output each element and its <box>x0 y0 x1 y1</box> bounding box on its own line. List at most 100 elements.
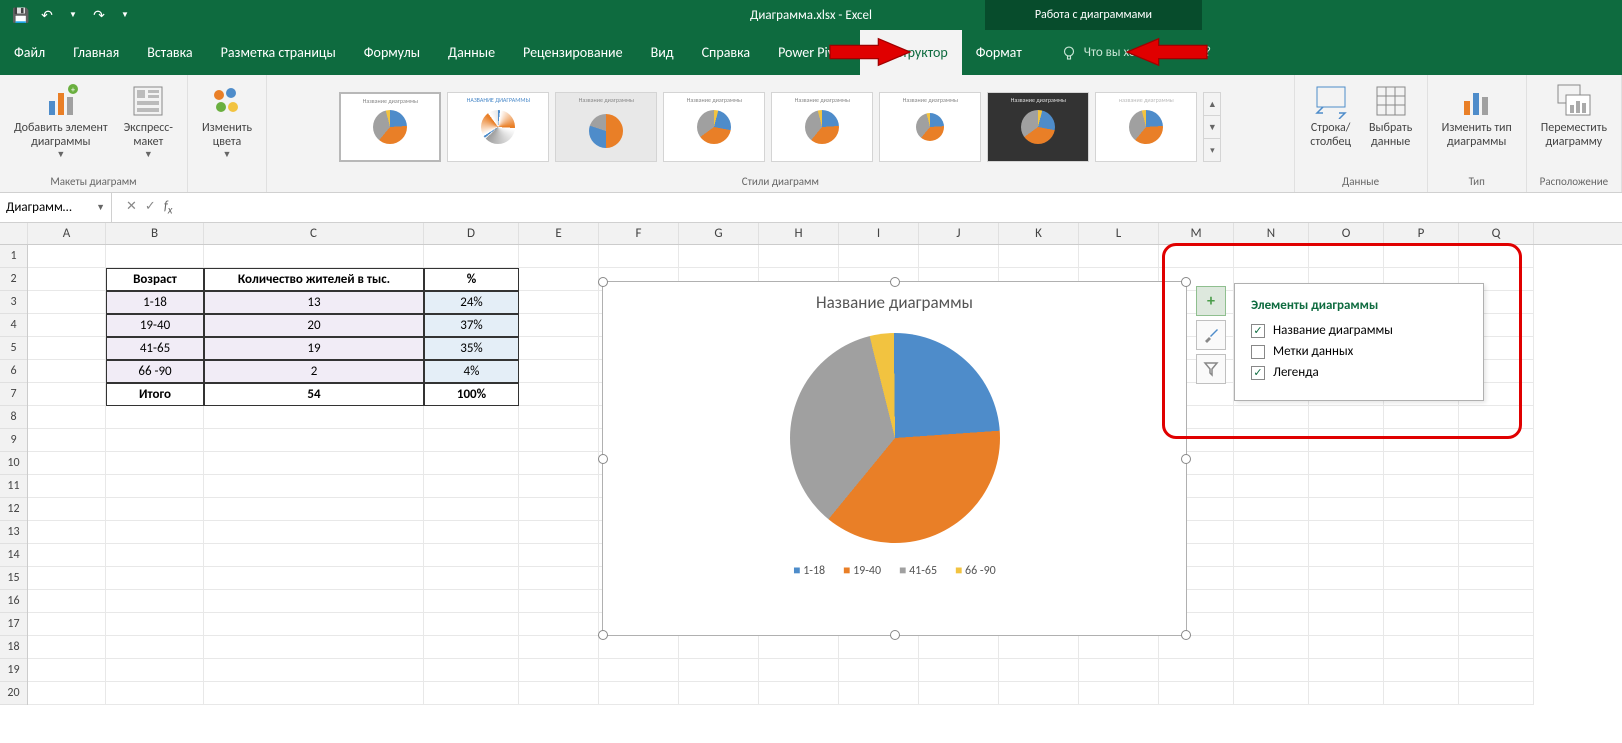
cell-D3[interactable]: 24% <box>424 291 519 314</box>
legend-item-4[interactable]: 66 -90 <box>955 563 996 578</box>
cell-O20[interactable] <box>1309 682 1384 705</box>
cell-N8[interactable] <box>1234 406 1309 429</box>
cell-Q9[interactable] <box>1459 429 1534 452</box>
cell-P13[interactable] <box>1384 521 1459 544</box>
cell-D6[interactable]: 4% <box>424 360 519 383</box>
cell-A14[interactable] <box>28 544 106 567</box>
chart-style-8[interactable]: название диаграммы <box>1095 92 1197 162</box>
select-all-cell[interactable] <box>0 223 28 244</box>
undo-dropdown-icon[interactable]: ▼ <box>62 4 84 26</box>
pie-chart-plot[interactable] <box>790 333 1000 543</box>
tab-view[interactable]: Вид <box>637 30 688 75</box>
cell-C1[interactable] <box>204 245 424 268</box>
cell-D13[interactable] <box>424 521 519 544</box>
cell-M20[interactable] <box>1159 682 1234 705</box>
resize-handle-s[interactable] <box>890 630 900 640</box>
cell-Q14[interactable] <box>1459 544 1534 567</box>
cell-A2[interactable] <box>28 268 106 291</box>
cell-A6[interactable] <box>28 360 106 383</box>
flyout-item-data-labels[interactable]: Метки данных <box>1251 344 1467 359</box>
cell-A1[interactable] <box>28 245 106 268</box>
cell-D1[interactable] <box>424 245 519 268</box>
cell-O12[interactable] <box>1309 498 1384 521</box>
cell-B20[interactable] <box>106 682 204 705</box>
cell-B19[interactable] <box>106 659 204 682</box>
gallery-scroll-up[interactable]: ▲ <box>1204 93 1220 116</box>
chart-styles-button[interactable] <box>1196 320 1226 350</box>
quick-layout-button[interactable]: Экспресс- макет ▼ <box>118 79 179 164</box>
row-header-12[interactable]: 12 <box>0 498 27 521</box>
cell-A18[interactable] <box>28 636 106 659</box>
cell-C17[interactable] <box>204 613 424 636</box>
cell-L19[interactable] <box>1079 659 1159 682</box>
cell-E8[interactable] <box>519 406 599 429</box>
column-header-L[interactable]: L <box>1079 223 1159 244</box>
legend-item-2[interactable]: 19-40 <box>843 563 881 578</box>
cell-A20[interactable] <box>28 682 106 705</box>
row-header-3[interactable]: 3 <box>0 291 27 314</box>
column-header-F[interactable]: F <box>599 223 679 244</box>
chart-style-7[interactable]: Название диаграммы <box>987 92 1089 162</box>
cell-B15[interactable] <box>106 567 204 590</box>
cell-E16[interactable] <box>519 590 599 613</box>
cell-C2[interactable]: Количество жителей в тыс. <box>204 268 424 291</box>
cell-C7[interactable]: 54 <box>204 383 424 406</box>
cell-D4[interactable]: 37% <box>424 314 519 337</box>
cell-E20[interactable] <box>519 682 599 705</box>
cell-E13[interactable] <box>519 521 599 544</box>
cell-C14[interactable] <box>204 544 424 567</box>
cell-Q10[interactable] <box>1459 452 1534 475</box>
resize-handle-w[interactable] <box>598 454 608 464</box>
cell-M1[interactable] <box>1159 245 1234 268</box>
cell-P10[interactable] <box>1384 452 1459 475</box>
cell-Q19[interactable] <box>1459 659 1534 682</box>
cell-D20[interactable] <box>424 682 519 705</box>
row-header-20[interactable]: 20 <box>0 682 27 705</box>
flyout-item-title[interactable]: ✓ Название диаграммы <box>1251 323 1467 338</box>
cell-P18[interactable] <box>1384 636 1459 659</box>
cell-B1[interactable] <box>106 245 204 268</box>
qat-customize-icon[interactable]: ▼ <box>114 4 136 26</box>
gallery-expand[interactable]: ▾ <box>1204 139 1220 161</box>
cell-B17[interactable] <box>106 613 204 636</box>
cell-A12[interactable] <box>28 498 106 521</box>
column-header-B[interactable]: B <box>106 223 204 244</box>
chart-style-2[interactable]: НАЗВАНИЕ ДИАГРАММЫ <box>447 92 549 162</box>
cell-E9[interactable] <box>519 429 599 452</box>
column-header-Q[interactable]: Q <box>1459 223 1534 244</box>
cell-N20[interactable] <box>1234 682 1309 705</box>
cell-N1[interactable] <box>1234 245 1309 268</box>
cell-P14[interactable] <box>1384 544 1459 567</box>
cell-H19[interactable] <box>759 659 839 682</box>
cell-C4[interactable]: 20 <box>204 314 424 337</box>
cell-A13[interactable] <box>28 521 106 544</box>
cell-O13[interactable] <box>1309 521 1384 544</box>
cell-Q12[interactable] <box>1459 498 1534 521</box>
cell-I1[interactable] <box>839 245 919 268</box>
chart-style-3[interactable]: Название диаграммы <box>555 92 657 162</box>
cell-E14[interactable] <box>519 544 599 567</box>
cell-J19[interactable] <box>919 659 999 682</box>
chart-legend[interactable]: 1-18 19-40 41-65 66 -90 <box>603 563 1186 578</box>
chart-style-5[interactable]: Название диаграммы <box>771 92 873 162</box>
cell-E11[interactable] <box>519 475 599 498</box>
cell-N11[interactable] <box>1234 475 1309 498</box>
cell-C11[interactable] <box>204 475 424 498</box>
cell-B9[interactable] <box>106 429 204 452</box>
cell-P16[interactable] <box>1384 590 1459 613</box>
fx-icon[interactable]: fx <box>164 199 173 217</box>
cell-B8[interactable] <box>106 406 204 429</box>
resize-handle-e[interactable] <box>1181 454 1191 464</box>
cell-P17[interactable] <box>1384 613 1459 636</box>
resize-handle-se[interactable] <box>1181 630 1191 640</box>
cell-C3[interactable]: 13 <box>204 291 424 314</box>
tab-file[interactable]: Файл <box>0 30 59 75</box>
cell-C20[interactable] <box>204 682 424 705</box>
cell-B11[interactable] <box>106 475 204 498</box>
cell-P19[interactable] <box>1384 659 1459 682</box>
cell-B16[interactable] <box>106 590 204 613</box>
checkbox-chart-title[interactable]: ✓ <box>1251 324 1265 338</box>
name-box[interactable]: Диаграмм… ▼ <box>0 193 112 222</box>
row-header-1[interactable]: 1 <box>0 245 27 268</box>
row-header-16[interactable]: 16 <box>0 590 27 613</box>
